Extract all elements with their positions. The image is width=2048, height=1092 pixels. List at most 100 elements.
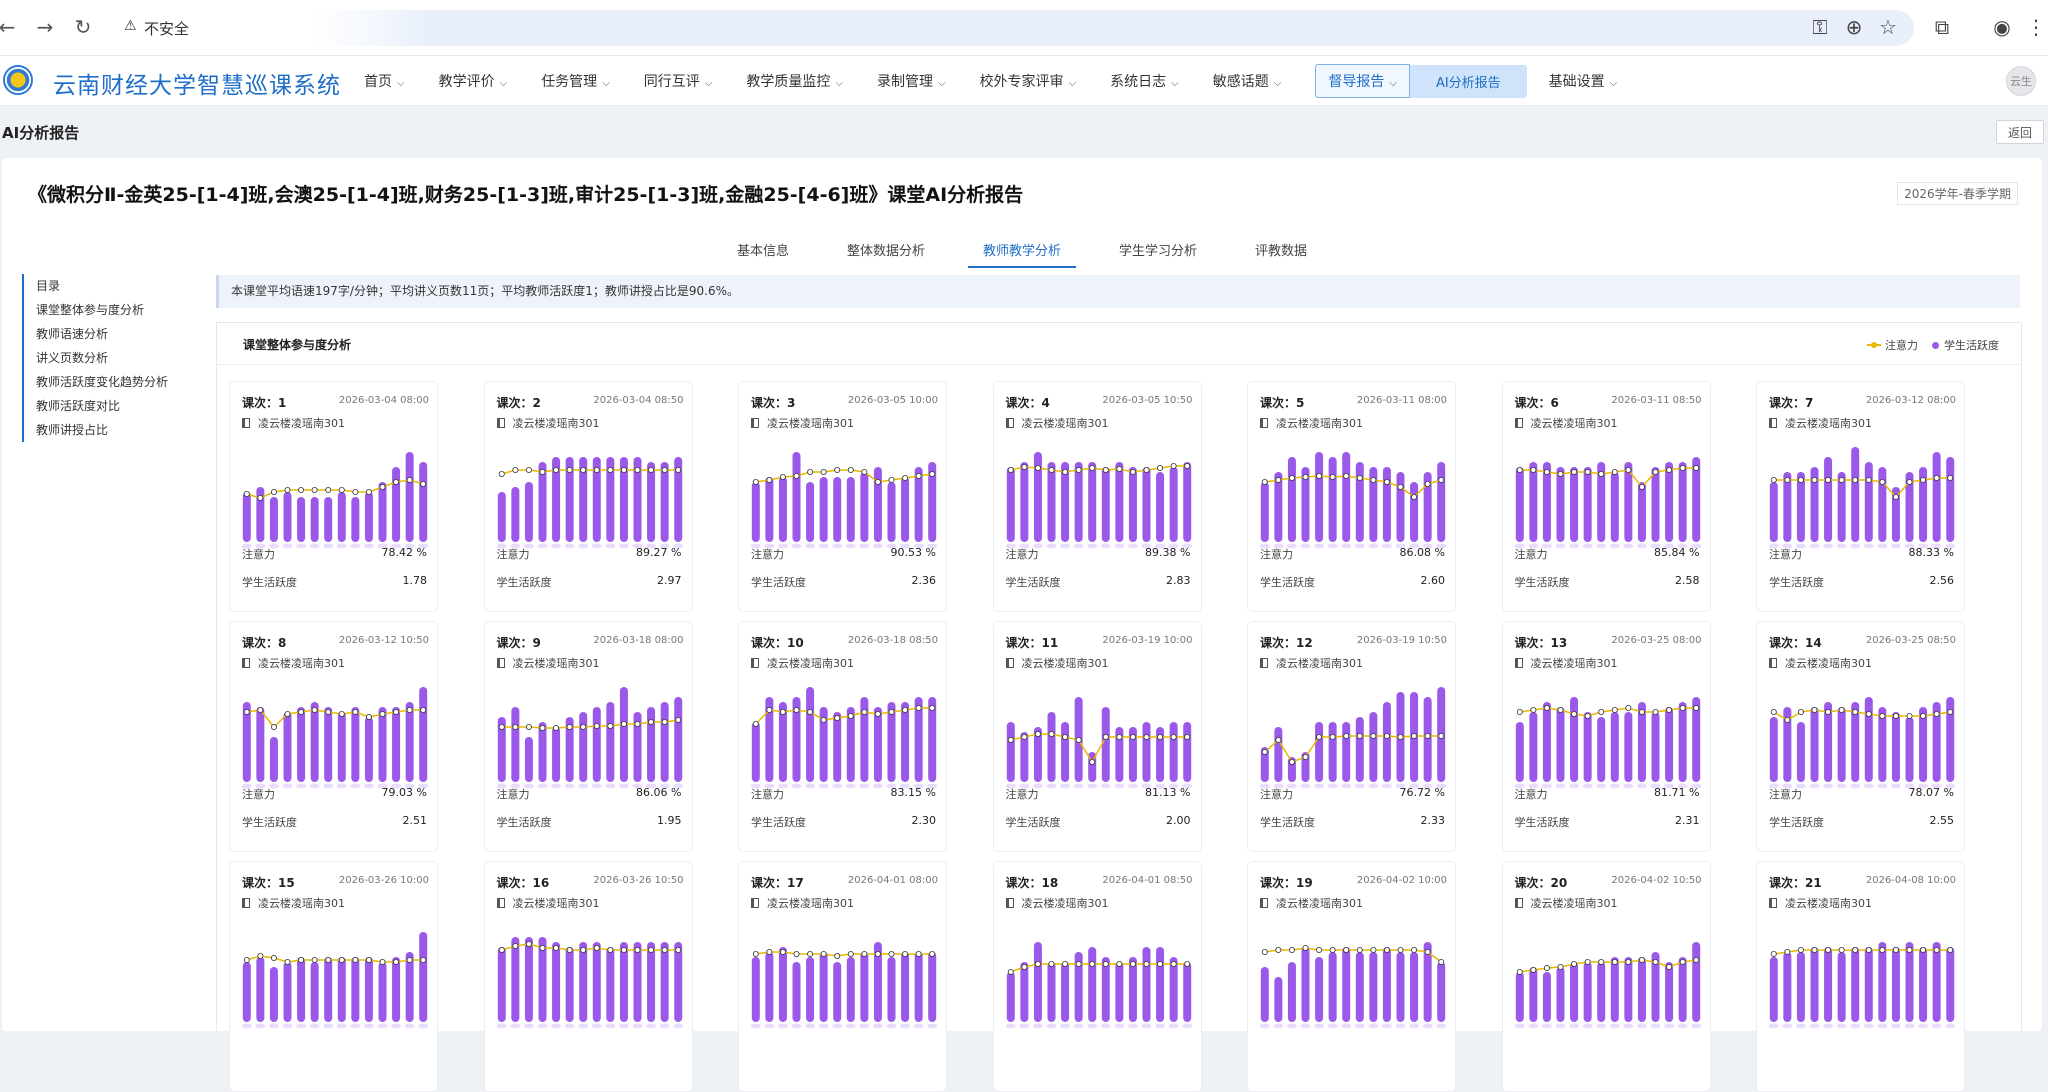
activity-bar[interactable] [887,482,896,542]
attention-point[interactable] [1651,709,1658,716]
profile-icon[interactable]: ◉ [1990,15,2014,39]
attention-point[interactable] [298,487,305,494]
attention-point[interactable] [1570,961,1577,968]
attention-point[interactable] [311,707,318,714]
activity-bar[interactable] [778,947,787,1022]
activity-bar[interactable] [419,462,428,542]
attention-point[interactable] [1075,961,1082,968]
attention-point[interactable] [511,942,518,949]
menu-teaching-evaluation[interactable]: 教学评价 ⌵ [439,71,508,91]
attention-point[interactable] [311,957,318,964]
attention-point[interactable] [902,475,909,482]
activity-bar[interactable] [1182,722,1191,782]
activity-bar[interactable] [833,962,842,1022]
activity-bar[interactable] [914,952,923,1022]
attention-point[interactable] [420,957,427,964]
activity-bar[interactable] [1182,962,1191,1022]
attention-point[interactable] [1892,713,1899,720]
attention-point[interactable] [606,947,613,954]
attention-point[interactable] [352,709,359,716]
activity-bar[interactable] [378,707,387,782]
attention-point[interactable] [1692,957,1699,964]
attention-point[interactable] [298,957,305,964]
activity-bar[interactable] [1328,722,1337,782]
attention-point[interactable] [1088,759,1095,766]
activity-bar[interactable] [1274,977,1283,1022]
attention-point[interactable] [1275,477,1282,484]
attention-point[interactable] [1529,467,1536,474]
lesson-card[interactable]: 课次：11 2026-03-19 10:00 凌云楼凌瑶南301 注意力 81.13 %… [992,621,1202,852]
activity-bar[interactable] [1637,957,1646,1022]
menu-home[interactable]: 首页 ⌵ [364,71,405,91]
attention-point[interactable] [1852,477,1859,484]
activity-bar[interactable] [765,477,774,542]
activity-bar[interactable] [778,477,787,542]
activity-bar[interactable] [392,467,401,542]
activity-bar[interactable] [510,487,519,542]
activity-bar[interactable] [1878,942,1887,1022]
activity-bar[interactable] [1864,697,1873,782]
activity-bar[interactable] [806,482,815,542]
attention-point[interactable] [1088,464,1095,471]
activity-bar[interactable] [1905,717,1914,782]
activity-bar[interactable] [860,952,869,1022]
menu-basic-settings[interactable]: 基础设置 ⌵ [1549,71,1618,91]
attention-point[interactable] [1129,469,1136,476]
activity-bar[interactable] [392,707,401,782]
attention-point[interactable] [1424,733,1431,740]
attention-point[interactable] [793,951,800,958]
attention-point[interactable] [647,467,654,474]
activity-bar[interactable] [1596,717,1605,782]
attention-point[interactable] [1438,959,1445,966]
activity-bar[interactable] [337,492,346,542]
attention-point[interactable] [1611,707,1618,714]
activity-bar[interactable] [1033,942,1042,1022]
attention-point[interactable] [1516,969,1523,976]
activity-bar[interactable] [928,952,937,1022]
activity-bar[interactable] [806,687,815,782]
attention-point[interactable] [1933,711,1940,718]
activity-bar[interactable] [1382,702,1391,782]
activity-bar[interactable] [901,952,910,1022]
attention-point[interactable] [1356,733,1363,740]
attention-point[interactable] [1784,477,1791,484]
activity-bar[interactable] [1169,722,1178,782]
activity-bar[interactable] [1074,462,1083,542]
tab-evaluation-data[interactable]: 评教数据 [1240,232,1322,268]
menu-quality-monitoring[interactable]: 教学质量监控 ⌵ [746,71,843,91]
activity-bar[interactable] [1301,947,1310,1022]
menu-external-review[interactable]: 校外专家评审 ⌵ [980,71,1077,91]
attention-point[interactable] [1170,734,1177,741]
attention-point[interactable] [1920,713,1927,720]
activity-bar[interactable] [660,942,669,1022]
attention-point[interactable] [1584,959,1591,966]
activity-bar[interactable] [1796,952,1805,1022]
attention-point[interactable] [393,959,400,966]
attention-point[interactable] [793,707,800,714]
attention-point[interactable] [1383,733,1390,740]
activity-bar[interactable] [646,707,655,782]
attention-point[interactable] [888,709,895,716]
attention-point[interactable] [593,944,600,951]
attention-point[interactable] [257,495,264,502]
attention-point[interactable] [325,957,332,964]
attention-point[interactable] [1557,707,1564,714]
attention-point[interactable] [1584,713,1591,720]
attention-point[interactable] [661,719,668,726]
attention-point[interactable] [929,471,936,478]
activity-bar[interactable] [751,482,760,542]
attention-point[interactable] [1770,477,1777,484]
attention-point[interactable] [298,709,305,716]
attention-point[interactable] [1570,469,1577,476]
activity-bar[interactable] [673,942,682,1022]
attention-point[interactable] [1811,707,1818,714]
attention-point[interactable] [1825,947,1832,954]
attention-point[interactable] [1142,467,1149,474]
attention-point[interactable] [888,951,895,958]
activity-bar[interactable] [269,737,278,782]
activity-bar[interactable] [846,957,855,1022]
attention-point[interactable] [1920,947,1927,954]
lesson-card[interactable]: 课次：14 2026-03-25 08:50 凌云楼凌瑶南301 注意力 78.07 %… [1756,621,1965,852]
attention-point[interactable] [1516,709,1523,716]
activity-bar[interactable] [1610,712,1619,782]
